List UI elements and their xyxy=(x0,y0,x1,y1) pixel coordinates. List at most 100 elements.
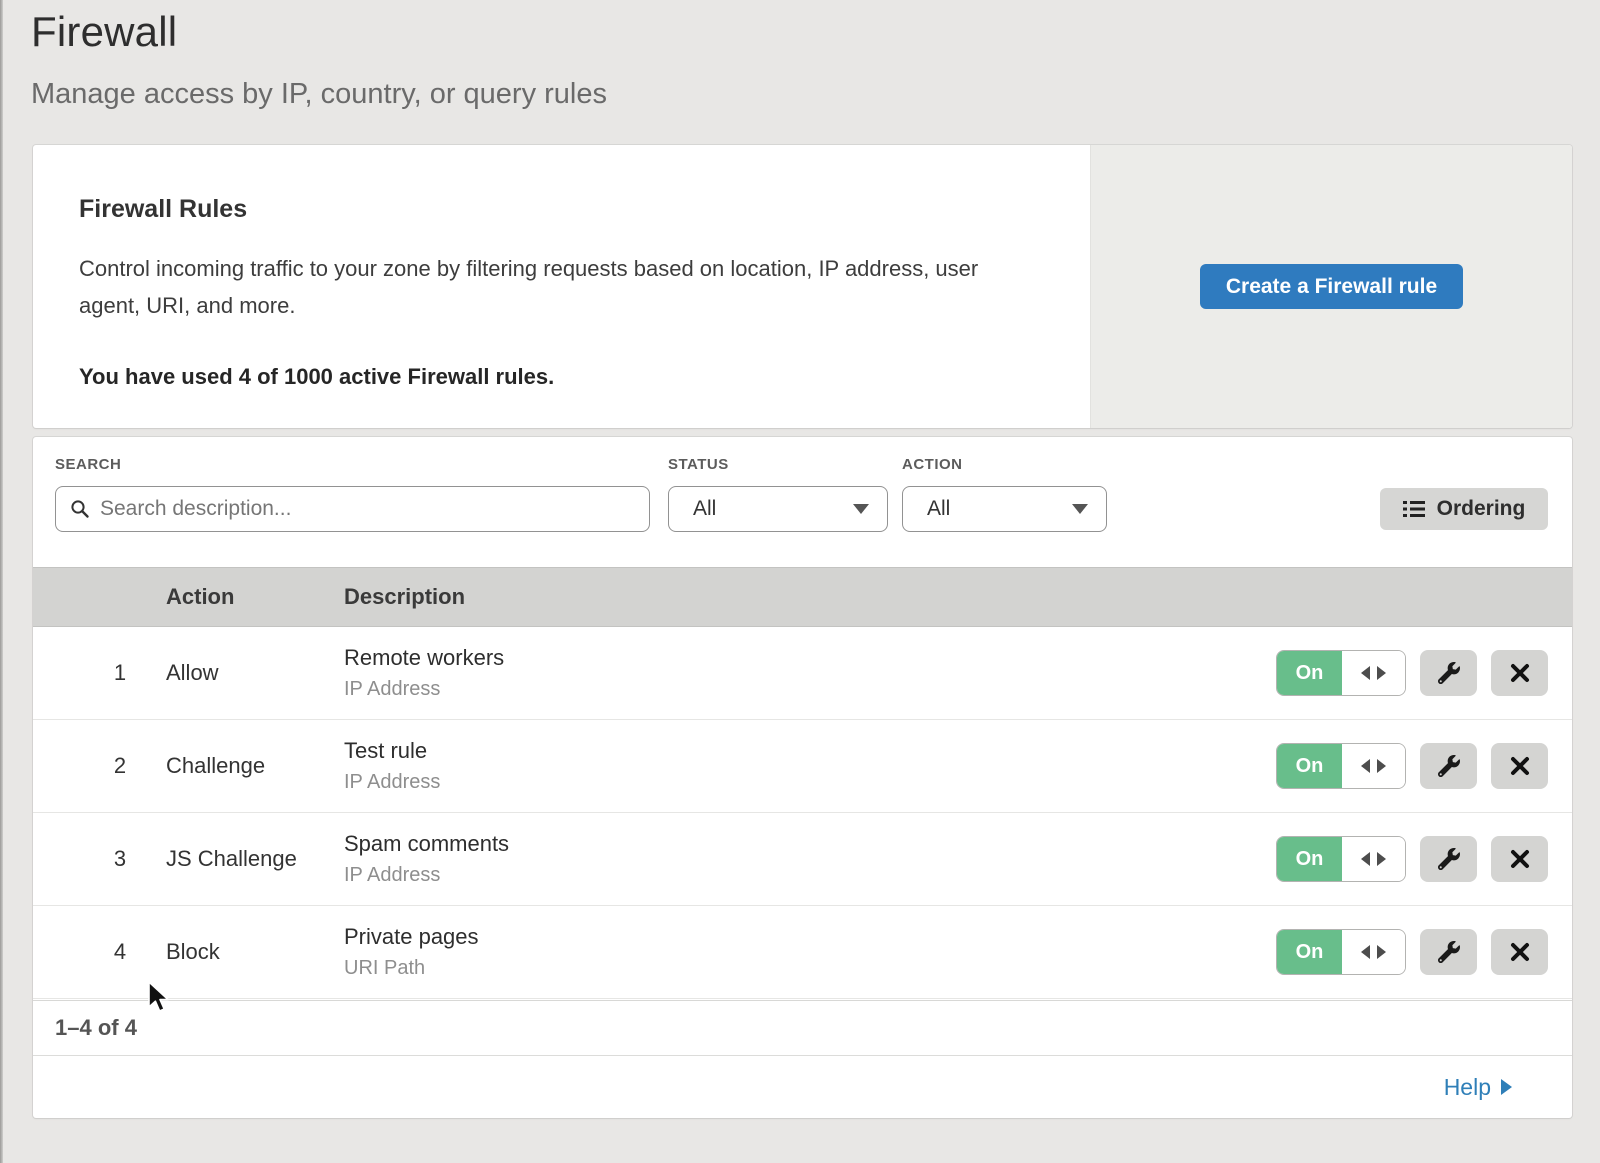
action-label: ACTION xyxy=(902,456,963,473)
rules-list: 1 Allow Remote workers IP Address On xyxy=(33,627,1572,999)
rule-description: Remote workers IP Address xyxy=(344,645,504,701)
table-header: Action Description xyxy=(33,567,1572,627)
filters-bar: SEARCH STATUS All ACTION All Ordering xyxy=(33,437,1572,567)
rule-priority: 4 xyxy=(105,939,135,965)
list-icon xyxy=(1403,500,1425,518)
rule-enabled-toggle[interactable]: On xyxy=(1276,929,1406,975)
search-input[interactable] xyxy=(100,497,635,521)
rule-description-title: Remote workers xyxy=(344,645,504,671)
rule-action: Allow xyxy=(166,660,219,686)
rule-description: Test rule IP Address xyxy=(344,738,440,794)
panel-usage-text: You have used 4 of 1000 active Firewall … xyxy=(79,364,1050,390)
arrow-right-icon xyxy=(1377,666,1386,680)
rule-action: Block xyxy=(166,939,220,965)
rule-description: Private pages URI Path xyxy=(344,924,479,980)
toggle-handle[interactable] xyxy=(1342,930,1405,974)
firewall-rules-table-card: SEARCH STATUS All ACTION All Ordering xyxy=(33,437,1572,1118)
page-header: Firewall Manage access by IP, country, o… xyxy=(31,8,607,111)
status-label: STATUS xyxy=(668,456,729,473)
rule-description-title: Spam comments xyxy=(344,831,509,857)
rule-description-title: Test rule xyxy=(344,738,440,764)
help-link-label: Help xyxy=(1444,1074,1491,1101)
window-edge xyxy=(0,0,3,1163)
panel-heading: Firewall Rules xyxy=(79,195,1050,224)
arrow-right-icon xyxy=(1501,1079,1512,1095)
row-controls: On xyxy=(1276,813,1548,905)
rule-action: Challenge xyxy=(166,753,265,779)
chevron-down-icon xyxy=(853,504,869,514)
action-dropdown-value: All xyxy=(927,497,950,521)
arrow-left-icon xyxy=(1361,852,1370,866)
delete-rule-button[interactable] xyxy=(1491,743,1548,789)
toggle-on-label: On xyxy=(1277,744,1342,788)
toggle-on-label: On xyxy=(1277,930,1342,974)
ordering-button[interactable]: Ordering xyxy=(1380,488,1548,530)
arrow-right-icon xyxy=(1377,852,1386,866)
column-header-action: Action xyxy=(166,584,234,610)
page-title: Firewall xyxy=(31,8,607,56)
arrow-left-icon xyxy=(1361,666,1370,680)
search-label: SEARCH xyxy=(55,456,121,473)
row-controls: On xyxy=(1276,720,1548,812)
firewall-rules-panel: Firewall Rules Control incoming traffic … xyxy=(33,145,1572,428)
rule-description: Spam comments IP Address xyxy=(344,831,509,887)
rule-priority: 2 xyxy=(105,753,135,779)
toggle-handle[interactable] xyxy=(1342,651,1405,695)
close-icon xyxy=(1510,663,1530,683)
arrow-right-icon xyxy=(1377,945,1386,959)
wrench-icon xyxy=(1438,941,1460,963)
arrow-left-icon xyxy=(1361,759,1370,773)
status-dropdown[interactable]: All xyxy=(668,486,888,532)
table-row: 1 Allow Remote workers IP Address On xyxy=(33,627,1572,720)
action-dropdown[interactable]: All xyxy=(902,486,1107,532)
rule-enabled-toggle[interactable]: On xyxy=(1276,836,1406,882)
rule-enabled-toggle[interactable]: On xyxy=(1276,743,1406,789)
panel-action-area: Create a Firewall rule xyxy=(1090,145,1572,428)
toggle-handle[interactable] xyxy=(1342,837,1405,881)
pagination-bar: 1–4 of 4 xyxy=(33,1000,1572,1055)
delete-rule-button[interactable] xyxy=(1491,836,1548,882)
arrow-left-icon xyxy=(1361,945,1370,959)
row-controls: On xyxy=(1276,627,1548,719)
column-header-description: Description xyxy=(344,584,465,610)
create-firewall-rule-button[interactable]: Create a Firewall rule xyxy=(1200,264,1463,309)
table-row: 4 Block Private pages URI Path On xyxy=(33,906,1572,999)
rule-enabled-toggle[interactable]: On xyxy=(1276,650,1406,696)
ordering-button-label: Ordering xyxy=(1437,497,1526,521)
table-row: 2 Challenge Test rule IP Address On xyxy=(33,720,1572,813)
table-row: 3 JS Challenge Spam comments IP Address … xyxy=(33,813,1572,906)
wrench-icon xyxy=(1438,848,1460,870)
rule-field: IP Address xyxy=(344,771,440,794)
rule-field: URI Path xyxy=(344,957,479,980)
toggle-handle[interactable] xyxy=(1342,744,1405,788)
pagination-text: 1–4 of 4 xyxy=(55,1015,137,1041)
firewall-rules-info: Firewall Rules Control incoming traffic … xyxy=(33,145,1090,428)
row-controls: On xyxy=(1276,906,1548,998)
page-subtitle: Manage access by IP, country, or query r… xyxy=(31,78,607,111)
close-icon xyxy=(1510,942,1530,962)
chevron-down-icon xyxy=(1072,504,1088,514)
edit-rule-button[interactable] xyxy=(1420,743,1477,789)
search-icon xyxy=(70,499,90,519)
delete-rule-button[interactable] xyxy=(1491,650,1548,696)
search-box[interactable] xyxy=(55,486,650,532)
edit-rule-button[interactable] xyxy=(1420,650,1477,696)
wrench-icon xyxy=(1438,755,1460,777)
help-link[interactable]: Help xyxy=(1444,1074,1512,1101)
rule-description-title: Private pages xyxy=(344,924,479,950)
delete-rule-button[interactable] xyxy=(1491,929,1548,975)
panel-description: Control incoming traffic to your zone by… xyxy=(79,250,1024,324)
card-footer: Help xyxy=(33,1055,1572,1118)
close-icon xyxy=(1510,849,1530,869)
rule-field: IP Address xyxy=(344,678,504,701)
wrench-icon xyxy=(1438,662,1460,684)
status-dropdown-value: All xyxy=(693,497,716,521)
close-icon xyxy=(1510,756,1530,776)
toggle-on-label: On xyxy=(1277,651,1342,695)
edit-rule-button[interactable] xyxy=(1420,929,1477,975)
rule-priority: 3 xyxy=(105,846,135,872)
arrow-right-icon xyxy=(1377,759,1386,773)
rule-field: IP Address xyxy=(344,864,509,887)
edit-rule-button[interactable] xyxy=(1420,836,1477,882)
rule-priority: 1 xyxy=(105,660,135,686)
